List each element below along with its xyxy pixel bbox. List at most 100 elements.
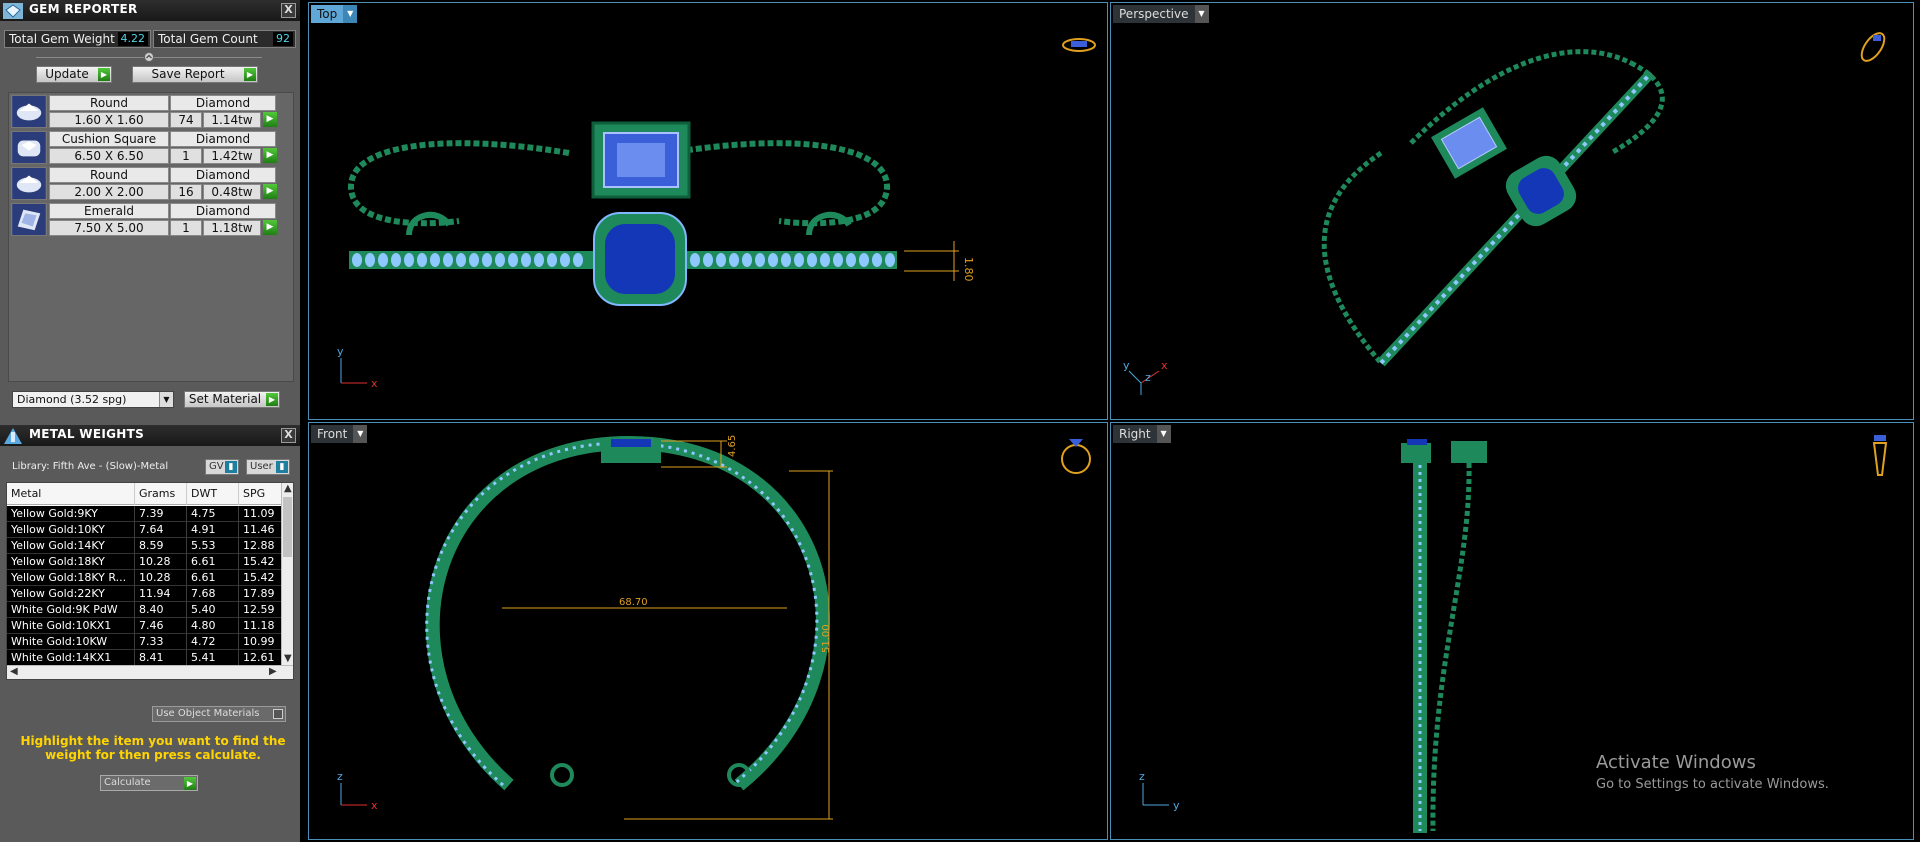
front-dimension-top-label: 4.65 bbox=[727, 435, 738, 457]
total-gem-weight-value: 4.22 bbox=[117, 32, 148, 46]
gem-shape: Emerald bbox=[49, 203, 169, 219]
band-stone bbox=[482, 253, 492, 267]
table-row[interactable]: Yellow Gold:9KY 7.39 4.75 11.09 bbox=[7, 506, 283, 522]
table-row[interactable]: White Gold:14KX1 8.41 5.41 12.61 bbox=[7, 650, 283, 666]
viewport-perspective-label: Perspective bbox=[1119, 7, 1189, 21]
gem-select-button[interactable]: ▶ bbox=[263, 148, 277, 163]
band-stone bbox=[820, 253, 830, 267]
band-stone bbox=[729, 253, 739, 267]
chevron-down-icon[interactable]: ▼ bbox=[353, 425, 368, 443]
grams-value: 7.33 bbox=[135, 634, 187, 650]
column-header-grams[interactable]: Grams bbox=[135, 483, 187, 505]
round-gem-icon bbox=[11, 95, 47, 128]
gem-reporter-close-button[interactable]: X bbox=[281, 3, 296, 18]
chevron-down-icon: ▼ bbox=[159, 392, 173, 407]
splitter-handle-icon[interactable] bbox=[143, 51, 155, 63]
table-row[interactable]: White Gold:10KX1 7.46 4.80 11.18 bbox=[7, 618, 283, 634]
viewport-right-tab[interactable]: Right ▼ bbox=[1113, 425, 1171, 443]
material-select[interactable]: Diamond (3.52 spg) ▼ bbox=[12, 391, 174, 408]
checkbox-icon bbox=[273, 709, 283, 719]
metal-weights-close-button[interactable]: X bbox=[281, 428, 296, 443]
save-report-button-label: Save Report bbox=[151, 67, 225, 81]
total-gem-count-value: 92 bbox=[273, 32, 293, 46]
band-stone bbox=[534, 253, 544, 267]
activate-windows-watermark: Activate Windows Go to Settings to activ… bbox=[1596, 752, 1829, 792]
gv-toggle-label: GV bbox=[209, 461, 224, 472]
table-row[interactable]: Yellow Gold:10KY 7.64 4.91 11.46 bbox=[7, 522, 283, 538]
table-row[interactable]: Yellow Gold:18KY 10.28 6.61 15.42 bbox=[7, 554, 283, 570]
gem-list-item[interactable]: Round Diamond 1.60 X 1.60 74 1.14tw ▶ bbox=[11, 95, 277, 129]
band-stone bbox=[456, 253, 466, 267]
band-stone bbox=[443, 253, 453, 267]
vertical-scrollbar[interactable]: ▲ ▼ bbox=[281, 483, 293, 667]
scroll-right-icon[interactable]: ▶ bbox=[269, 666, 277, 677]
gem-select-button[interactable]: ▶ bbox=[263, 184, 277, 199]
gem-list-item[interactable]: Cushion Square Diamond 6.50 X 6.50 1 1.4… bbox=[11, 131, 277, 165]
column-header-dwt[interactable]: DWT bbox=[187, 483, 239, 505]
save-report-button[interactable]: Save Report ▶ bbox=[132, 66, 258, 83]
top-view-canvas[interactable]: 1.80 y x bbox=[309, 3, 1108, 420]
scroll-left-icon[interactable]: ◀ bbox=[10, 666, 18, 677]
scroll-down-icon[interactable]: ▼ bbox=[284, 653, 292, 664]
grams-value: 10.28 bbox=[135, 570, 187, 586]
column-header-spg[interactable]: SPG bbox=[239, 483, 283, 505]
user-toggle[interactable]: User ▮ bbox=[246, 459, 290, 475]
viewport-front-tab[interactable]: Front ▼ bbox=[311, 425, 368, 443]
spg-value: 10.99 bbox=[239, 634, 283, 650]
gem-reporter-header: GEM REPORTER X bbox=[0, 0, 300, 21]
use-object-materials-checkbox[interactable]: Use Object Materials bbox=[152, 706, 286, 722]
viewport-top[interactable]: 1.80 y x Top ▼ bbox=[308, 2, 1108, 420]
viewport-front[interactable]: 4.65 68.70 51.00 z x Front ▼ bbox=[308, 422, 1108, 840]
gem-size: 1.60 X 1.60 bbox=[49, 112, 169, 128]
metal-name: Yellow Gold:22KY bbox=[7, 586, 135, 602]
gem-list-item[interactable]: Emerald Diamond 7.50 X 5.00 1 1.18tw ▶ bbox=[11, 203, 277, 237]
perspective-view-canvas[interactable]: x y z bbox=[1111, 3, 1914, 420]
spg-value: 11.09 bbox=[239, 506, 283, 522]
left-side-panel: GEM REPORTER X Total Gem Weight 4.22 Tot… bbox=[0, 0, 300, 842]
column-header-metal[interactable]: Metal bbox=[7, 483, 135, 505]
band-stone bbox=[430, 253, 440, 267]
front-view-canvas[interactable]: 4.65 68.70 51.00 z x bbox=[309, 423, 1108, 840]
metal-name: White Gold:14KX1 bbox=[7, 650, 135, 666]
set-material-button[interactable]: Set Material ▶ bbox=[184, 391, 280, 408]
spg-value: 12.61 bbox=[239, 650, 283, 666]
table-row[interactable]: Yellow Gold:22KY 11.94 7.68 17.89 bbox=[7, 586, 283, 602]
viewport-front-label: Front bbox=[317, 427, 348, 441]
scrollbar-thumb[interactable] bbox=[283, 497, 292, 557]
spg-value: 11.18 bbox=[239, 618, 283, 634]
band-stone bbox=[690, 253, 700, 267]
gem-select-button[interactable]: ▶ bbox=[263, 112, 277, 127]
total-gem-count-label: Total Gem Count bbox=[158, 32, 258, 46]
viewport-perspective[interactable]: x y z Perspective ▼ bbox=[1110, 2, 1914, 420]
emerald-gem-icon bbox=[11, 203, 47, 236]
gem-size: 2.00 X 2.00 bbox=[49, 184, 169, 200]
chevron-down-icon[interactable]: ▼ bbox=[1194, 5, 1209, 23]
axis-y-label: y bbox=[1123, 359, 1130, 372]
grams-value: 7.39 bbox=[135, 506, 187, 522]
table-row[interactable]: Yellow Gold:18KY R... 10.28 6.61 15.42 bbox=[7, 570, 283, 586]
clasp-right bbox=[806, 211, 852, 236]
chevron-down-icon[interactable]: ▼ bbox=[1156, 425, 1171, 443]
scroll-up-icon[interactable]: ▲ bbox=[284, 483, 292, 494]
cushion-gem-icon bbox=[11, 131, 47, 164]
band-stone bbox=[378, 253, 388, 267]
gem-select-button[interactable]: ▶ bbox=[263, 220, 277, 235]
table-row[interactable]: White Gold:10KW 7.33 4.72 10.99 bbox=[7, 634, 283, 650]
chevron-down-icon[interactable]: ▼ bbox=[343, 5, 358, 23]
table-row[interactable]: Yellow Gold:14KY 8.59 5.53 12.88 bbox=[7, 538, 283, 554]
viewport-perspective-tab[interactable]: Perspective ▼ bbox=[1113, 5, 1209, 23]
table-row[interactable]: White Gold:9K PdW 8.40 5.40 12.59 bbox=[7, 602, 283, 618]
band-stone bbox=[807, 253, 817, 267]
axis-y-label: y bbox=[1173, 799, 1180, 812]
calculate-button[interactable]: Calculate ▶ bbox=[100, 775, 198, 791]
axis-z-label: z bbox=[1145, 371, 1151, 384]
viewport-top-tab[interactable]: Top ▼ bbox=[311, 5, 358, 23]
grams-value: 11.94 bbox=[135, 586, 187, 602]
horizontal-scrollbar[interactable]: ◀ ▶ bbox=[7, 665, 293, 679]
gv-toggle[interactable]: GV ▮ bbox=[205, 459, 239, 475]
metal-name: Yellow Gold:10KY bbox=[7, 522, 135, 538]
metal-name: White Gold:9K PdW bbox=[7, 602, 135, 618]
gem-list-item[interactable]: Round Diamond 2.00 X 2.00 16 0.48tw ▶ bbox=[11, 167, 277, 201]
grams-value: 8.41 bbox=[135, 650, 187, 666]
update-button[interactable]: Update ▶ bbox=[36, 66, 112, 83]
